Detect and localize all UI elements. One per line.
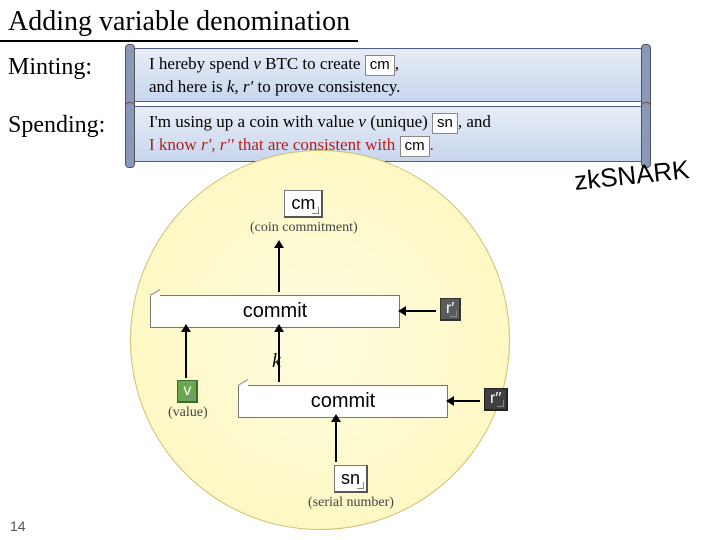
commit-box-2: commit (238, 385, 448, 418)
text: I hereby spend (149, 54, 253, 73)
slide-title: Adding variable denomination (0, 0, 358, 42)
text: and here is (149, 77, 227, 96)
cm-caption: (coin commitment) (250, 220, 358, 236)
v-tag: v (177, 380, 198, 403)
r1-node: r′ (440, 298, 461, 321)
r2-node: r′′ (484, 388, 508, 411)
text: , (395, 54, 399, 73)
sn-node: sn (serial number) (308, 465, 394, 511)
arrow-commit1-to-cm (278, 246, 280, 292)
r1-tag: r′ (440, 298, 461, 321)
arrow-v-to-commit (185, 330, 187, 378)
minting-scroll: I hereby spend v BTC to create cm, and h… (128, 48, 648, 102)
cm-node: cm (coin commitment) (250, 190, 358, 236)
sn-tag: sn (334, 465, 368, 493)
v-caption: (value) (168, 405, 208, 421)
minting-line1: I hereby spend v BTC to create cm, (149, 53, 627, 76)
arrow-r2-to-commit2 (452, 400, 480, 402)
minting-line2: and here is k, r′ to prove consistency. (149, 76, 627, 97)
cm-tag: cm (284, 190, 323, 218)
sn-inline-tag: sn (432, 113, 458, 134)
spending-line1: I'm using up a coin with value v (unique… (149, 111, 627, 134)
arrow-r1-to-commit1 (404, 310, 436, 312)
text: to prove consistency. (253, 77, 400, 96)
text: (unique) (366, 112, 432, 131)
minting-row: Minting: I hereby spend v BTC to create … (0, 46, 720, 104)
text: , and (458, 112, 491, 131)
var-v: v (253, 54, 261, 73)
sn-caption: (serial number) (308, 495, 394, 511)
minting-label: Minting: (8, 48, 118, 81)
r2-tag: r′′ (484, 388, 508, 411)
k-symbol: k (272, 350, 281, 373)
page-number: 14 (10, 518, 26, 534)
text: I'm using up a coin with value (149, 112, 358, 131)
vars-kr: k, r′ (227, 77, 253, 96)
diagram: cm (coin commitment) commit r′ k commit … (0, 150, 720, 540)
arrow-sn-to-commit2 (335, 420, 337, 462)
cm-inline-tag: cm (365, 55, 395, 76)
text: BTC to create (261, 54, 365, 73)
var-v2: v (358, 112, 366, 131)
v-node: v (value) (168, 380, 208, 421)
spending-label: Spending: (8, 106, 118, 139)
